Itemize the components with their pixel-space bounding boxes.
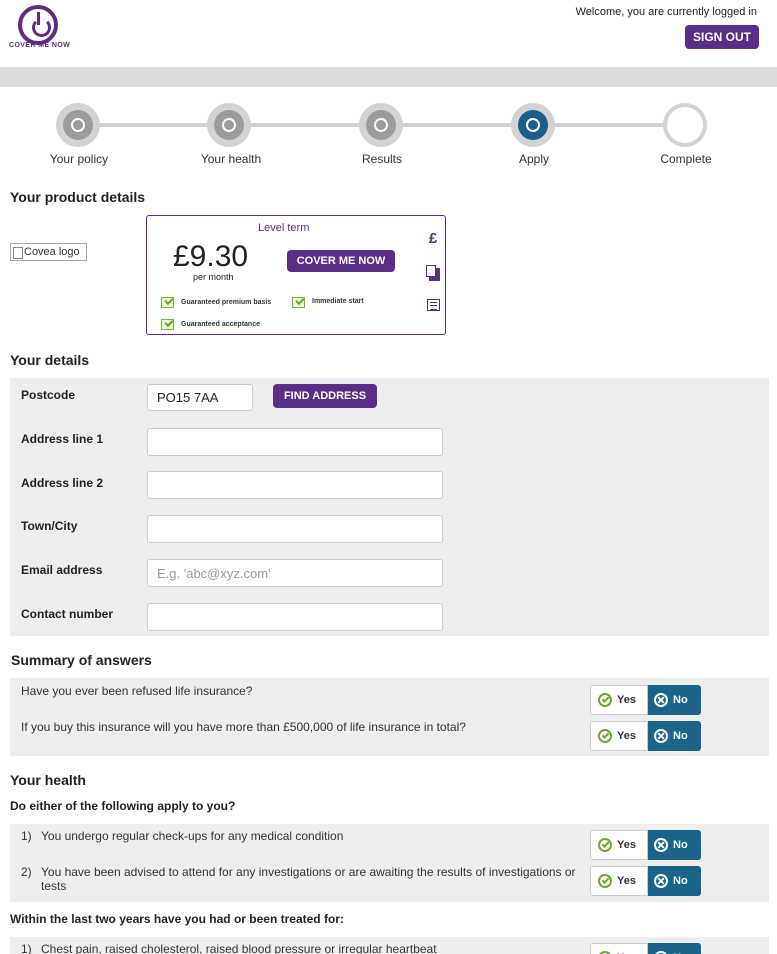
- step-label-complete: Complete: [660, 152, 712, 166]
- step-apply-icon: [511, 103, 555, 147]
- step-your-policy-icon: [56, 103, 100, 147]
- logo-text: COVER ME NOW: [9, 42, 71, 49]
- summary-question-2: If you buy this insurance will you have …: [21, 720, 466, 734]
- check-icon: [161, 297, 174, 308]
- welcome-message: Welcome, you are currently logged in: [575, 6, 757, 18]
- find-address-button[interactable]: FIND ADDRESS: [273, 384, 377, 408]
- feature-immediate-start: Immediate start: [312, 298, 364, 305]
- no-button[interactable]: No: [648, 830, 701, 860]
- yes-label: Yes: [617, 839, 636, 851]
- header-divider-bar: [0, 67, 777, 87]
- yes-label: Yes: [617, 875, 636, 887]
- health-item-2-text: You have been advised to attend for any …: [41, 865, 576, 893]
- details-form-panel: [10, 378, 769, 636]
- health-item-1-yes-no-toggle: Yes No: [590, 830, 701, 860]
- yes-button[interactable]: Yes: [590, 721, 648, 751]
- no-x-icon: [654, 693, 668, 707]
- yes-button[interactable]: Yes: [590, 830, 648, 860]
- health-item-number: 1): [21, 942, 32, 954]
- no-x-icon: [654, 729, 668, 743]
- covea-logo-image: Covea logo: [10, 243, 87, 261]
- check-icon: [161, 319, 174, 330]
- no-x-icon: [654, 838, 668, 852]
- address-line-2-input[interactable]: [147, 471, 443, 499]
- product-details-heading: Your product details: [10, 189, 146, 205]
- email-input[interactable]: E.g. 'abc@xyz.com': [147, 559, 443, 587]
- yes-label: Yes: [617, 694, 636, 706]
- yes-check-icon: [598, 874, 612, 888]
- step-your-health-icon: [207, 103, 251, 147]
- monthly-price: £9.30: [173, 240, 249, 273]
- yes-check-icon: [598, 729, 612, 743]
- logo-power-icon: [18, 5, 58, 45]
- address-line-1-input[interactable]: [147, 428, 443, 456]
- town-city-input[interactable]: [147, 515, 443, 543]
- address-line-2-label: Address line 2: [21, 476, 104, 490]
- step-label-results: Results: [361, 152, 402, 166]
- postcode-input[interactable]: PO15 7AA: [147, 384, 253, 411]
- feature-guaranteed-premium: Guaranteed premium basis: [181, 299, 272, 306]
- step-results-icon: [359, 103, 403, 147]
- no-button[interactable]: No: [648, 685, 701, 715]
- contact-number-label: Contact number: [21, 607, 114, 621]
- address-line-1-label: Address line 1: [21, 432, 104, 446]
- step-label-apply: Apply: [518, 152, 550, 166]
- per-month-label: per month: [193, 272, 234, 282]
- no-x-icon: [654, 874, 668, 888]
- postcode-label: Postcode: [21, 388, 76, 402]
- contact-number-input[interactable]: [147, 603, 443, 631]
- pound-icon[interactable]: £: [425, 230, 441, 247]
- check-icon: [292, 297, 305, 308]
- health-item-1-text: You undergo regular check-ups for any me…: [41, 829, 344, 843]
- level-term-label: Level term: [258, 222, 310, 234]
- sign-out-button[interactable]: SIGN OUT: [685, 25, 759, 49]
- summary-question-1: Have you ever been refused life insuranc…: [21, 684, 253, 698]
- documents-icon[interactable]: [426, 265, 440, 281]
- yes-check-icon: [598, 693, 612, 707]
- yes-button[interactable]: Yes: [590, 943, 648, 954]
- step-label-your-health: Your health: [200, 152, 262, 166]
- no-label: No: [673, 839, 688, 851]
- summary-q1-yes-no-toggle: Yes No: [590, 685, 701, 715]
- health-item-3-yes-no-toggle: Yes No: [590, 943, 701, 954]
- health-subheading-2: Within the last two years have you had o…: [10, 912, 344, 926]
- your-health-heading: Your health: [10, 772, 86, 788]
- step-label-your-policy: Your policy: [49, 152, 109, 166]
- cover-me-now-button[interactable]: COVER ME NOW: [287, 250, 395, 272]
- yes-check-icon: [598, 838, 612, 852]
- town-city-label: Town/City: [21, 519, 78, 533]
- step-complete-icon: [663, 103, 707, 147]
- health-subheading-1: Do either of the following apply to you?: [10, 799, 236, 813]
- no-button[interactable]: No: [648, 721, 701, 751]
- summary-q2-yes-no-toggle: Yes No: [590, 721, 701, 751]
- feature-guaranteed-acceptance: Guaranteed acceptance: [181, 321, 260, 328]
- health-item-number: 1): [21, 829, 32, 843]
- policy-list-icon[interactable]: [427, 299, 440, 311]
- health-item-number: 2): [21, 865, 32, 879]
- email-label: Email address: [21, 563, 103, 577]
- yes-label: Yes: [617, 730, 636, 742]
- yes-button[interactable]: Yes: [590, 685, 648, 715]
- no-label: No: [673, 730, 688, 742]
- your-details-heading: Your details: [10, 352, 90, 368]
- yes-button[interactable]: Yes: [590, 866, 648, 896]
- summary-heading: Summary of answers: [11, 652, 152, 668]
- health-item-3-text: Chest pain, raised cholesterol, raised b…: [41, 942, 437, 954]
- no-label: No: [673, 875, 688, 887]
- no-button[interactable]: No: [648, 866, 701, 896]
- no-button[interactable]: No: [648, 943, 701, 954]
- health-item-2-yes-no-toggle: Yes No: [590, 866, 701, 896]
- no-label: No: [673, 694, 688, 706]
